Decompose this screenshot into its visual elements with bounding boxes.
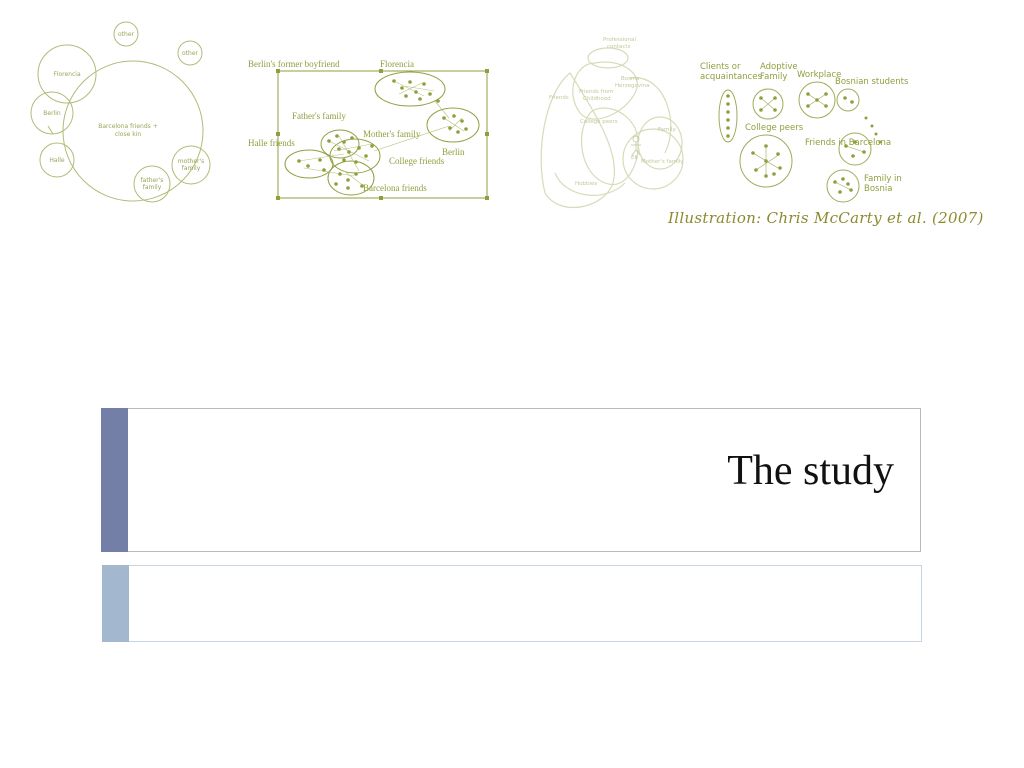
label-bosnia-2: Herzegovina [615,83,650,89]
network-cluster-diagram: Berlin's former boyfriend Florencia Fath… [248,59,489,200]
label-professional-1: Professional [603,37,637,43]
label-center-line2: close kin [115,131,142,138]
label-bosnia-1: Bosnia [621,76,639,82]
label-florencia: Florencia [53,71,81,78]
label-ego: EK [631,155,638,161]
label-friends-barcelona: Friends in Barcelona [805,138,891,148]
label-college-friends: College friends [389,156,445,166]
label-other-top: other [118,31,135,38]
label-family-bosnia-1: Family in [864,174,902,184]
slide-title: The study [727,448,894,494]
label-berlin: Berlin [442,147,465,157]
label-halle: Halle [49,157,65,164]
label-hobbies: Hobbies [575,181,597,187]
personal-network-sketch: other other Florencia Berlin Halle Barce… [30,21,211,203]
label-clients-1: Clients or [700,62,741,72]
label-fathers-family: Father's family [292,111,346,121]
cluster-groups-diagram: Clients or acquaintances Adoptive Family… [700,62,908,203]
label-college-peers: College peers [745,123,804,133]
label-fathers-line2: family [143,184,162,191]
label-adoptive-1: Adoptive [760,62,798,72]
label-friends: Friends [549,95,569,101]
label-friends-from-1: Friends from [579,89,613,95]
label-center-line1: Barcelona friends + [98,123,157,130]
label-other-right: other [182,50,199,57]
label-clients-2: acquaintances [700,72,762,82]
label-friends-from-2: Childhood [583,96,611,102]
label-mothers-family: Mother's family [363,129,421,139]
label-mothers-line1: mother's [178,158,205,165]
label-college-peers: College peers [580,119,618,125]
label-former-boyfriend: Berlin's former boyfriend [248,59,340,69]
title-bar-accent [101,408,128,552]
label-florencia: Florencia [380,59,414,69]
label-professional-2: contacts [607,44,631,50]
label-halle-friends: Halle friends [248,138,295,148]
label-family: Family [658,127,676,133]
label-family-bosnia-2: Bosnia [864,184,892,194]
label-mothers-line2: family [182,165,201,172]
ego-network-sketch: Professional contacts Bosnia Herzegovina… [540,37,684,208]
label-mothers-family: Mother's family [641,159,684,165]
title-bar: The study [101,408,921,552]
label-fathers-line1: father's [141,177,164,184]
label-barcelona-friends: Barcelona friends [363,183,427,193]
illustration-credit: Illustration: Chris McCarty et al. (2007… [668,209,984,227]
subtitle-bar-accent [102,565,129,642]
label-berlin: Berlin [43,110,61,117]
subtitle-bar [102,565,922,642]
label-adoptive-2: Family [760,72,787,82]
label-bosnian-students: Bosnian students [835,77,908,87]
